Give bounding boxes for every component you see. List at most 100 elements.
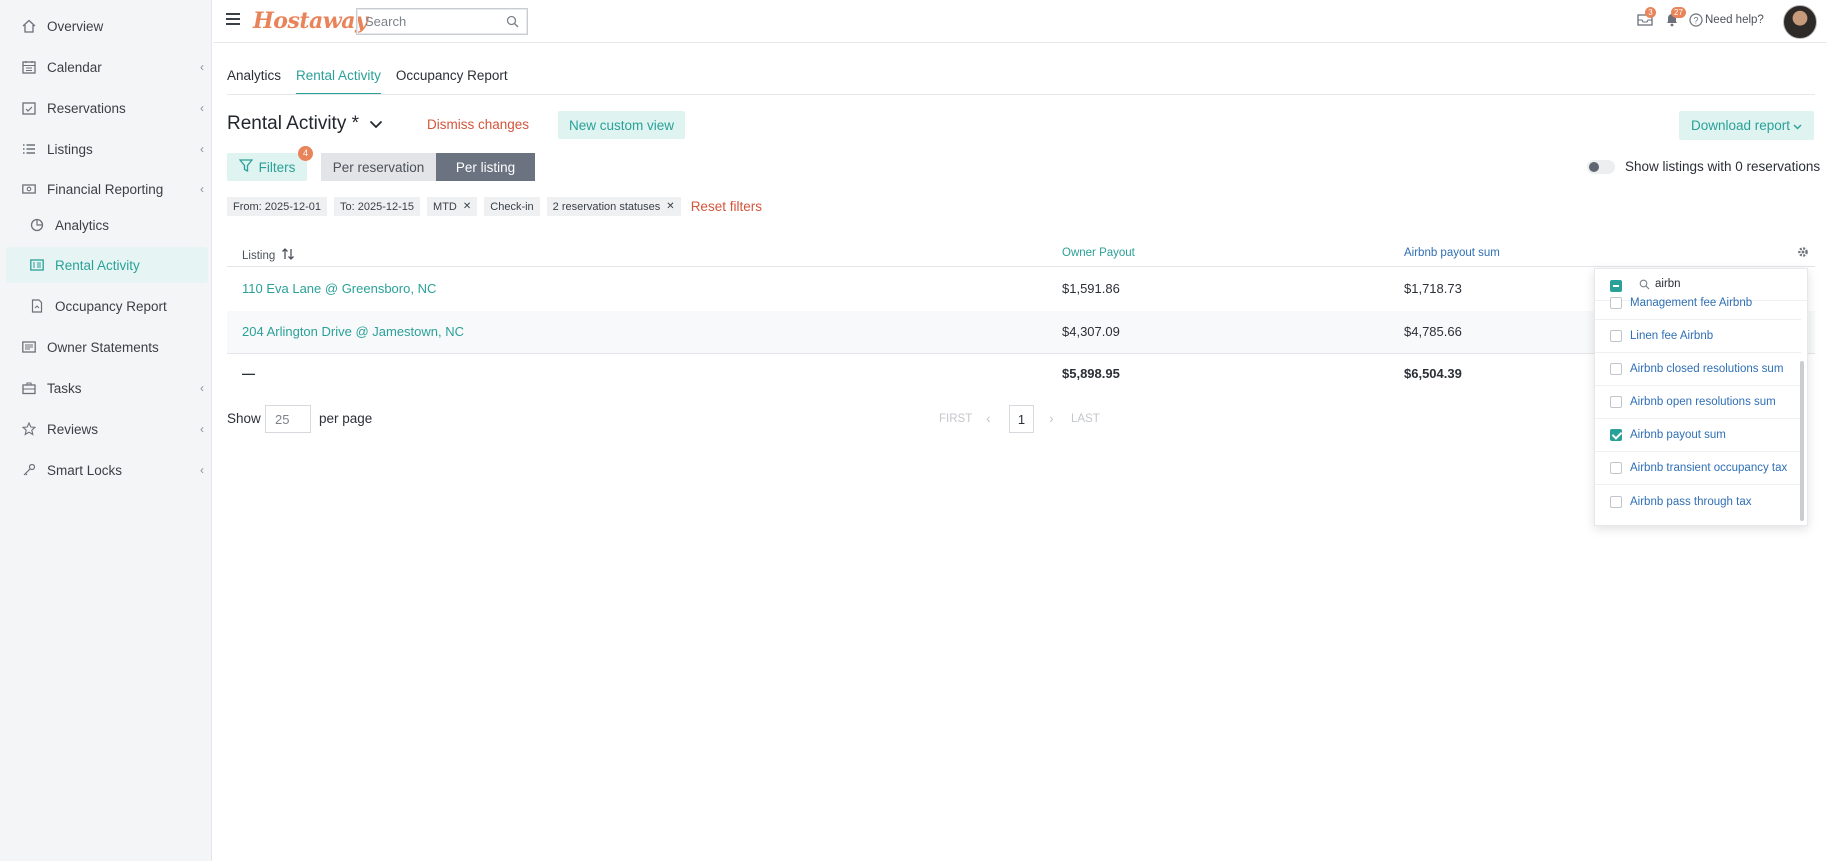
airbnb-payout-value: $1,718.73 <box>1404 281 1462 296</box>
per-page-input[interactable]: 25 <box>265 405 311 433</box>
sidebar-item-smart-locks[interactable]: Smart Locks ‹ <box>0 452 212 488</box>
sidebar-item-label: Owner Statements <box>47 339 159 355</box>
filter-chip-statuses[interactable]: 2 reservation statuses ✕ <box>546 197 681 216</box>
close-icon[interactable]: ✕ <box>463 201 471 212</box>
sidebar-item-listings[interactable]: Listings ‹ <box>0 131 212 167</box>
list-icon <box>21 141 37 157</box>
filters-label: Filters <box>258 159 296 175</box>
column-checkbox[interactable] <box>1610 363 1622 375</box>
bell-icon[interactable]: 27 <box>1665 7 1686 30</box>
zero-reservations-label: Show listings with 0 reservations <box>1625 159 1821 174</box>
column-checkbox[interactable] <box>1610 396 1622 408</box>
tab-occupancy-report[interactable]: Occupancy Report <box>396 68 508 94</box>
per-page-label: per page <box>319 411 373 426</box>
sidebar-item-owner-statements[interactable]: Owner Statements <box>0 329 212 365</box>
sidebar-item-label: Reservations <box>47 100 126 116</box>
filters-count-badge: 4 <box>298 146 313 161</box>
chevron-left-icon[interactable]: ‹ <box>986 410 991 426</box>
dismiss-changes-button[interactable]: Dismiss changes <box>427 117 529 132</box>
column-option[interactable]: Management fee Airbnb <box>1595 287 1801 320</box>
filter-chip-to[interactable]: To: 2025-12-15 <box>334 197 421 216</box>
search-icon[interactable] <box>506 15 519 31</box>
listing-link[interactable]: 110 Eva Lane @ Greensboro, NC <box>242 281 436 296</box>
column-option-label: Airbnb pass through tax <box>1630 495 1752 508</box>
chip-label: MTD <box>433 200 457 213</box>
chevron-left-icon: ‹ <box>200 463 204 477</box>
current-page[interactable]: 1 <box>1009 405 1034 433</box>
column-option[interactable]: Airbnb pass through tax <box>1595 485 1801 518</box>
column-checkbox-checked[interactable] <box>1610 429 1622 441</box>
menu-icon[interactable] <box>226 13 240 25</box>
view-selector[interactable]: Rental Activity * <box>227 113 383 135</box>
listing-link[interactable]: 204 Arlington Drive @ Jamestown, NC <box>242 324 464 339</box>
column-checkbox[interactable] <box>1610 297 1622 309</box>
close-icon[interactable]: ✕ <box>666 201 674 212</box>
column-option[interactable]: Linen fee Airbnb <box>1595 320 1801 353</box>
sidebar-item-label: Smart Locks <box>47 462 123 478</box>
tab-analytics[interactable]: Analytics <box>227 68 281 94</box>
filter-chip-mtd[interactable]: MTD ✕ <box>427 197 478 216</box>
gear-icon[interactable] <box>1797 246 1809 261</box>
sort-icon[interactable] <box>281 247 295 264</box>
filter-chip-check-in[interactable]: Check-in <box>484 197 540 216</box>
briefcase-icon <box>21 380 37 396</box>
owner-payout-value: $1,591.86 <box>1062 281 1120 296</box>
top-bar: Hostaway Search 3 27 ? Need help? <box>213 0 1827 43</box>
filters-button[interactable]: Filters 4 <box>227 146 313 181</box>
chevron-left-icon: ‹ <box>200 142 204 156</box>
last-page-button[interactable]: LAST <box>1071 413 1100 425</box>
column-checkbox[interactable] <box>1610 495 1622 508</box>
column-option[interactable]: Airbnb payout sum <box>1595 419 1801 452</box>
chip-label: To: 2025-12-15 <box>340 200 415 213</box>
per-listing-button[interactable]: Per listing <box>436 153 535 181</box>
column-header-owner-payout[interactable]: Owner Payout <box>1062 247 1135 259</box>
sidebar-item-rental-activity[interactable]: Rental Activity <box>6 247 208 283</box>
sidebar-item-calendar[interactable]: Calendar ‹ <box>0 49 212 85</box>
sidebar-item-label: Rental Activity <box>55 257 140 273</box>
active-filter-chips: From: 2025-12-01 To: 2025-12-15 MTD ✕ Che… <box>227 197 762 216</box>
sidebar-item-label: Listings <box>47 141 93 157</box>
sidebar-item-overview[interactable]: Overview <box>0 8 212 44</box>
new-custom-view-button[interactable]: New custom view <box>558 111 685 139</box>
column-header-airbnb-payout-sum[interactable]: Airbnb payout sum <box>1404 247 1500 259</box>
zero-reservations-toggle[interactable] <box>1587 160 1615 174</box>
download-report-label: Download report <box>1690 118 1791 133</box>
reset-filters-button[interactable]: Reset filters <box>691 199 762 214</box>
sidebar-item-label: Calendar <box>47 59 102 75</box>
sidebar-item-occupancy-report[interactable]: Occupancy Report <box>0 288 212 324</box>
statement-icon <box>21 339 37 355</box>
column-option-label: Linen fee Airbnb <box>1630 330 1714 342</box>
first-page-button[interactable]: FIRST <box>939 413 972 425</box>
dropdown-scrollbar[interactable] <box>1800 361 1804 521</box>
download-report-button[interactable]: Download report <box>1679 111 1814 140</box>
brand-logo[interactable]: Hostaway <box>253 8 368 34</box>
column-checkbox[interactable] <box>1610 330 1622 342</box>
sidebar-item-financial-reporting[interactable]: Financial Reporting ‹ <box>0 171 212 207</box>
column-option[interactable]: Airbnb closed resolutions sum <box>1595 353 1801 386</box>
need-help-link[interactable]: Need help? <box>1705 14 1764 26</box>
avatar[interactable] <box>1783 5 1817 39</box>
tabs-divider <box>227 94 1815 95</box>
sidebar: Overview Calendar ‹ Reservations ‹ Listi… <box>0 0 212 861</box>
filter-chip-from[interactable]: From: 2025-12-01 <box>227 197 328 216</box>
column-option[interactable]: Airbnb transient occupancy tax <box>1595 452 1801 485</box>
column-header-listing[interactable]: Listing <box>242 247 295 264</box>
per-reservation-button[interactable]: Per reservation <box>321 153 436 181</box>
chevron-right-icon[interactable]: › <box>1049 410 1054 426</box>
column-checkbox[interactable] <box>1610 462 1622 474</box>
inbox-icon[interactable]: 3 <box>1637 7 1656 30</box>
sidebar-item-tasks[interactable]: Tasks ‹ <box>0 370 212 406</box>
tab-rental-activity[interactable]: Rental Activity <box>296 68 381 94</box>
airbnb-payout-total: $6,504.39 <box>1404 366 1462 381</box>
sidebar-item-reviews[interactable]: Reviews ‹ <box>0 411 212 447</box>
home-icon <box>21 18 37 34</box>
search-input[interactable]: Search <box>356 8 528 35</box>
show-label: Show <box>227 411 261 426</box>
help-icon[interactable]: ? <box>1689 13 1703 30</box>
sidebar-item-reservations[interactable]: Reservations ‹ <box>0 90 212 126</box>
table-header-divider <box>227 266 1815 267</box>
column-option[interactable]: Airbnb open resolutions sum <box>1595 386 1801 419</box>
sidebar-item-label: Tasks <box>47 380 82 396</box>
column-option-label: Airbnb transient occupancy tax <box>1630 462 1788 474</box>
sidebar-item-analytics[interactable]: Analytics <box>0 207 212 243</box>
